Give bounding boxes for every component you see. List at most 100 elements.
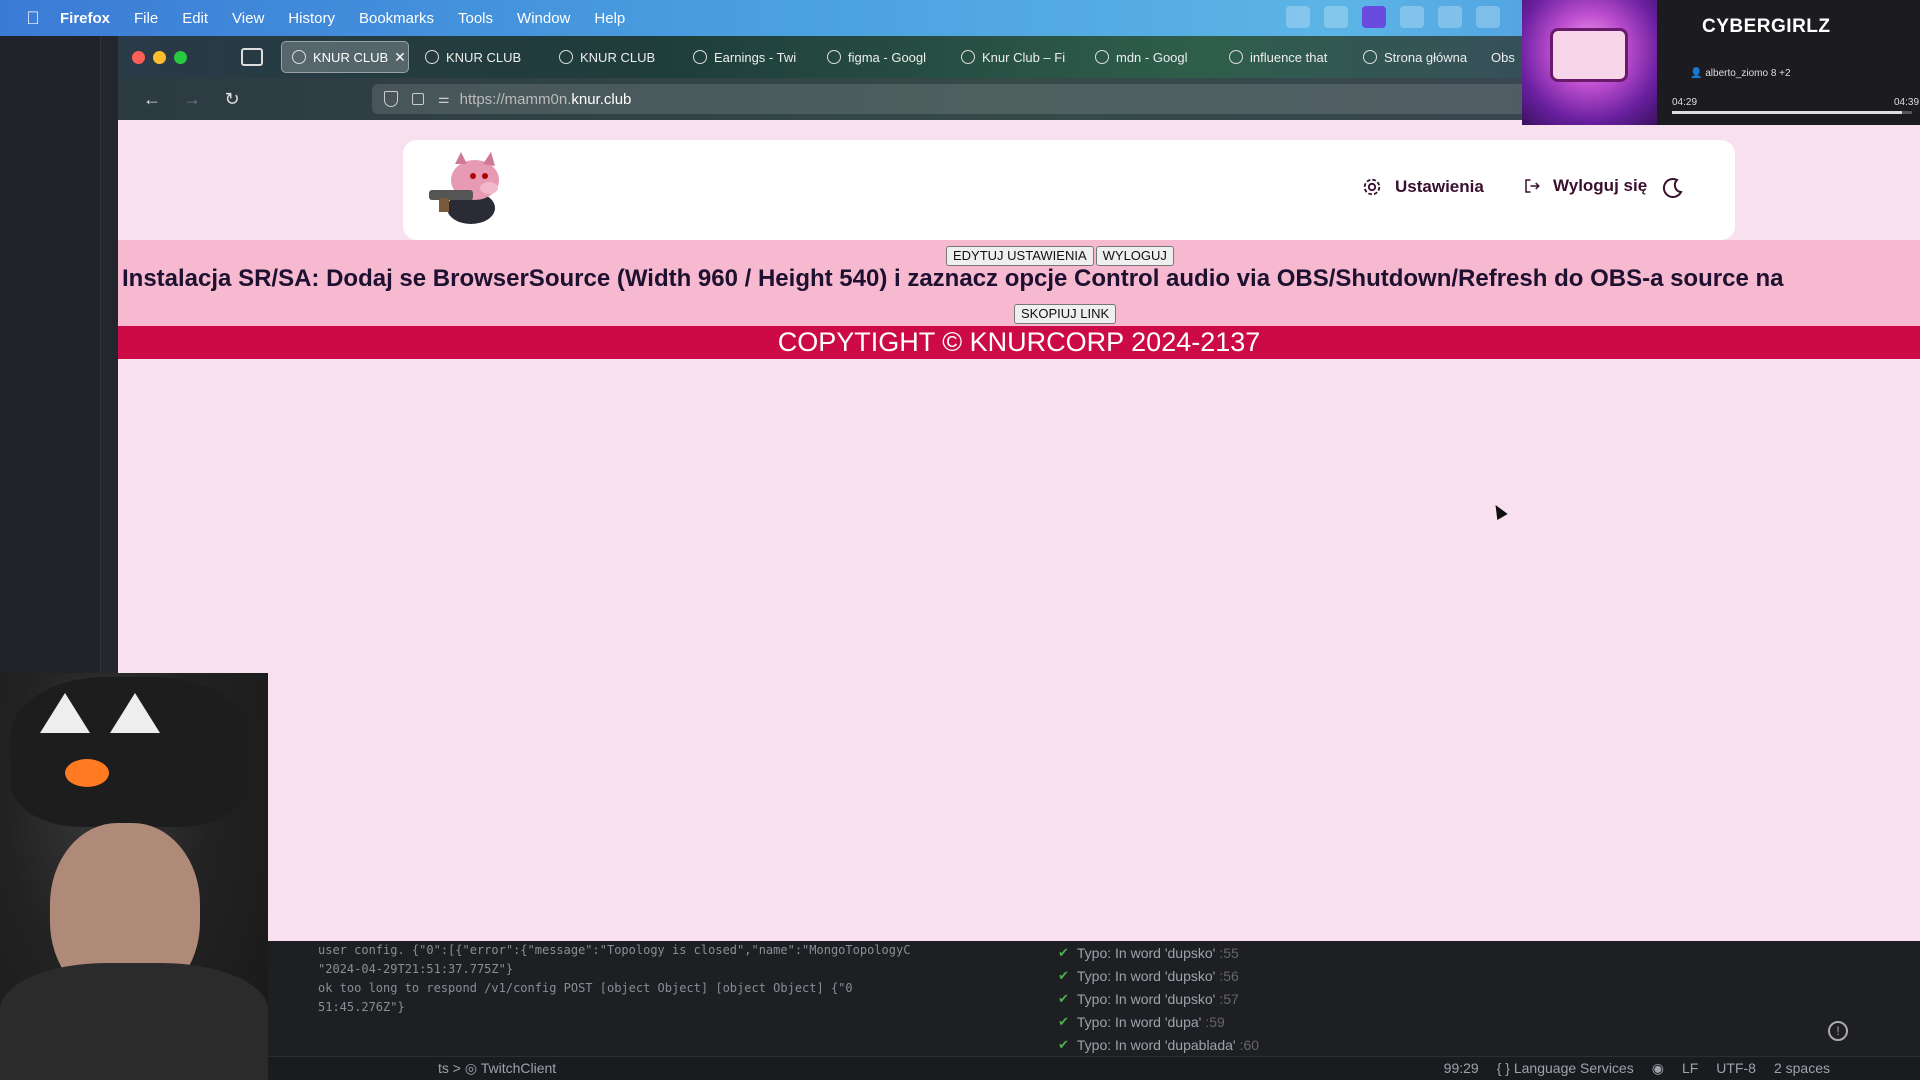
tab-influence[interactable]: influence that bbox=[1219, 41, 1347, 73]
menu-history[interactable]: History bbox=[288, 10, 335, 27]
track-progress-fill bbox=[1672, 111, 1903, 114]
mouse-cursor-icon bbox=[1490, 501, 1508, 521]
page-content: Ustawienia Wyloguj się EDYTUJ USTAWIENIA… bbox=[118, 120, 1920, 941]
cursor-position[interactable]: 99:29 bbox=[1444, 1060, 1479, 1077]
apple-menu-icon[interactable]:  bbox=[22, 8, 44, 29]
tab-knur-club[interactable]: KNUR CLUB bbox=[549, 41, 677, 73]
file-encoding[interactable]: UTF-8 bbox=[1716, 1060, 1756, 1077]
edit-settings-button[interactable]: EDYTUJ USTAWIENIA bbox=[946, 246, 1094, 266]
menu-window[interactable]: Window bbox=[517, 10, 570, 27]
logout-label: Wyloguj się bbox=[1553, 176, 1648, 195]
menu-app-firefox[interactable]: Firefox bbox=[60, 10, 110, 27]
terminal-output: user config. {"0":[{"error":{"message":"… bbox=[318, 941, 1078, 1017]
window-zoom-button[interactable] bbox=[174, 50, 187, 64]
lock-icon[interactable] bbox=[412, 93, 424, 105]
status-right: 99:29 { } Language Services ◉ LF UTF-8 2… bbox=[1444, 1060, 1830, 1077]
tab-figma-google[interactable]: figma - Googl bbox=[817, 41, 945, 73]
forward-arrow-icon[interactable]: → bbox=[172, 89, 212, 110]
terminal-line: 51:45.276Z"} bbox=[318, 1000, 405, 1014]
tab-obs[interactable]: Obs bbox=[1487, 41, 1527, 73]
now-playing-overlay: CYBERGIRLZ 👤 alberto_ziomo 8 +2 04:29 04… bbox=[1522, 0, 1920, 125]
tab-label: Obs bbox=[1491, 49, 1515, 65]
window-minimize-button[interactable] bbox=[153, 50, 166, 64]
tab-knur-club-figma[interactable]: Knur Club – Fi bbox=[951, 41, 1079, 73]
webcam-overlay bbox=[0, 673, 268, 1080]
status-breadcrumb[interactable]: ts > ◎ TwitchClient bbox=[438, 1060, 556, 1077]
back-arrow-icon[interactable]: ← bbox=[132, 89, 172, 110]
problem-item[interactable]: ✔ Typo: In word 'dupsko':57 bbox=[1058, 987, 1758, 1010]
menu-file[interactable]: File bbox=[134, 10, 158, 27]
activity-monitor-icon[interactable] bbox=[1438, 6, 1462, 28]
address-bar[interactable]: ⚌ https://mamm0n.knur.club bbox=[372, 84, 1532, 114]
app-icon[interactable] bbox=[1400, 6, 1424, 28]
problem-item[interactable]: ✔ Typo: In word 'dupsko':55 bbox=[1058, 941, 1758, 964]
menu-help[interactable]: Help bbox=[594, 10, 625, 27]
terminal-line: ok too long to respond /v1/config POST [… bbox=[318, 981, 853, 995]
album-art bbox=[1522, 0, 1657, 125]
check-icon: ✔ bbox=[1058, 990, 1069, 1006]
boar-logo-icon[interactable] bbox=[425, 150, 513, 230]
action-buttons: EDYTUJ USTAWIENIA WYLOGUJ bbox=[946, 246, 1174, 266]
problem-item[interactable]: ✔ Typo: In word 'dupa':59 bbox=[1058, 1010, 1758, 1033]
problem-item[interactable]: ✔ Typo: In word 'dupablada':60 bbox=[1058, 1033, 1758, 1056]
indent-setting[interactable]: 2 spaces bbox=[1774, 1060, 1830, 1077]
check-icon: ✔ bbox=[1058, 1036, 1069, 1052]
ide-bottom-panel: user config. {"0":[{"error":{"message":"… bbox=[118, 941, 1920, 1080]
cat-nose bbox=[65, 759, 109, 787]
tracking-protection-icon[interactable] bbox=[384, 91, 398, 107]
creative-cloud-icon[interactable] bbox=[1324, 6, 1348, 28]
tab-overview-icon[interactable] bbox=[241, 48, 263, 66]
globe-icon bbox=[292, 50, 306, 64]
tab-knur-club[interactable]: KNUR CLUB bbox=[415, 41, 543, 73]
gear-icon bbox=[1363, 178, 1381, 196]
problems-list: ✔ Typo: In word 'dupsko':55 ✔ Typo: In wor… bbox=[1058, 941, 1758, 1056]
tab-label: mdn - Googl bbox=[1116, 49, 1188, 65]
network-icon[interactable] bbox=[1476, 6, 1500, 28]
copy-link-button[interactable]: SKOPIUJ LINK bbox=[1014, 304, 1117, 324]
twitch-icon bbox=[693, 50, 707, 64]
moon-icon[interactable] bbox=[1661, 176, 1685, 200]
tab-strona-glowna[interactable]: Strona główna bbox=[1353, 41, 1481, 73]
copyright-footer: COPYTIGHT © KNURCORP 2024-2137 bbox=[118, 326, 1920, 359]
info-icon[interactable]: ! bbox=[1828, 1021, 1848, 1041]
tab-label: KNUR CLUB bbox=[313, 49, 389, 65]
cloud-icon[interactable] bbox=[1286, 6, 1310, 28]
settings-link[interactable]: Ustawienia bbox=[1361, 176, 1484, 198]
ide-status-bar: ts > ◎ TwitchClient 99:29 { } Language S… bbox=[118, 1056, 1920, 1080]
tab-mdn-google[interactable]: mdn - Googl bbox=[1085, 41, 1213, 73]
class-icon: ◎ bbox=[464, 1060, 478, 1076]
menu-view[interactable]: View bbox=[232, 10, 264, 27]
permissions-icon[interactable]: ⚌ bbox=[438, 91, 450, 107]
language-services[interactable]: { } Language Services bbox=[1497, 1060, 1634, 1077]
check-icon: ✔ bbox=[1058, 967, 1069, 983]
reload-icon[interactable]: ↻ bbox=[212, 89, 252, 110]
figma-icon bbox=[961, 50, 975, 64]
window-close-button[interactable] bbox=[132, 50, 145, 64]
menu-tools[interactable]: Tools bbox=[458, 10, 493, 27]
time-current: 04:29 bbox=[1672, 97, 1698, 108]
site-icon bbox=[1363, 50, 1377, 64]
logout-link[interactable]: Wyloguj się bbox=[1523, 176, 1647, 196]
close-tab-icon[interactable]: ✕ bbox=[394, 49, 406, 66]
google-icon bbox=[1095, 50, 1109, 64]
globe-icon bbox=[425, 50, 439, 64]
browser-window: KNUR CLUB ✕ KNUR CLUB KNUR CLUB Earnings… bbox=[118, 36, 1920, 941]
tab-earnings[interactable]: Earnings - Twi bbox=[683, 41, 811, 73]
menu-bookmarks[interactable]: Bookmarks bbox=[359, 10, 434, 27]
menu-bar-tray bbox=[1286, 6, 1500, 28]
install-instructions: Instalacja SR/SA: Dodaj se BrowserSource… bbox=[122, 265, 1784, 292]
screen-share-icon[interactable] bbox=[1362, 6, 1386, 28]
logout-button[interactable]: WYLOGUJ bbox=[1095, 246, 1174, 266]
menu-edit[interactable]: Edit bbox=[182, 10, 208, 27]
tab-knur-club-active[interactable]: KNUR CLUB ✕ bbox=[281, 41, 409, 73]
tab-label: influence that bbox=[1250, 49, 1328, 65]
copilot-icon[interactable]: ◉ bbox=[1652, 1060, 1664, 1077]
check-icon: ✔ bbox=[1058, 1013, 1069, 1029]
cat-ear-left bbox=[40, 693, 90, 733]
logout-icon bbox=[1525, 179, 1540, 193]
tab-label: KNUR CLUB bbox=[446, 49, 522, 65]
line-ending[interactable]: LF bbox=[1682, 1060, 1698, 1077]
settings-label: Ustawienia bbox=[1395, 177, 1484, 196]
problem-item[interactable]: ✔ Typo: In word 'dupsko':56 bbox=[1058, 964, 1758, 987]
globe-icon bbox=[559, 50, 573, 64]
